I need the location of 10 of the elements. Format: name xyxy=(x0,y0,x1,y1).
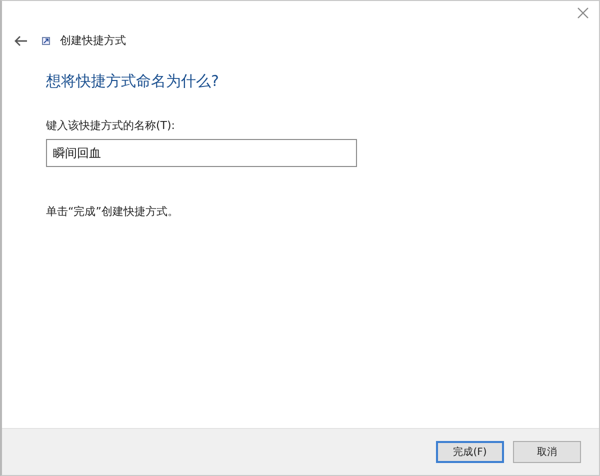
back-arrow-icon[interactable] xyxy=(14,34,28,46)
shortcut-icon xyxy=(42,36,50,44)
instruction-text: 单击“完成”创建快捷方式。 xyxy=(46,204,180,219)
field-label: 键入该快捷方式的名称(T): xyxy=(46,118,176,133)
name-field[interactable]: 瞬间回血 xyxy=(46,139,357,167)
cancel-button[interactable]: 取消 xyxy=(513,441,581,463)
page-heading: 想将快捷方式命名为什么? xyxy=(46,72,220,91)
window-title: 创建快捷方式 xyxy=(60,33,126,48)
close-icon[interactable] xyxy=(577,7,589,19)
finish-button[interactable]: 完成(F) xyxy=(436,441,504,463)
